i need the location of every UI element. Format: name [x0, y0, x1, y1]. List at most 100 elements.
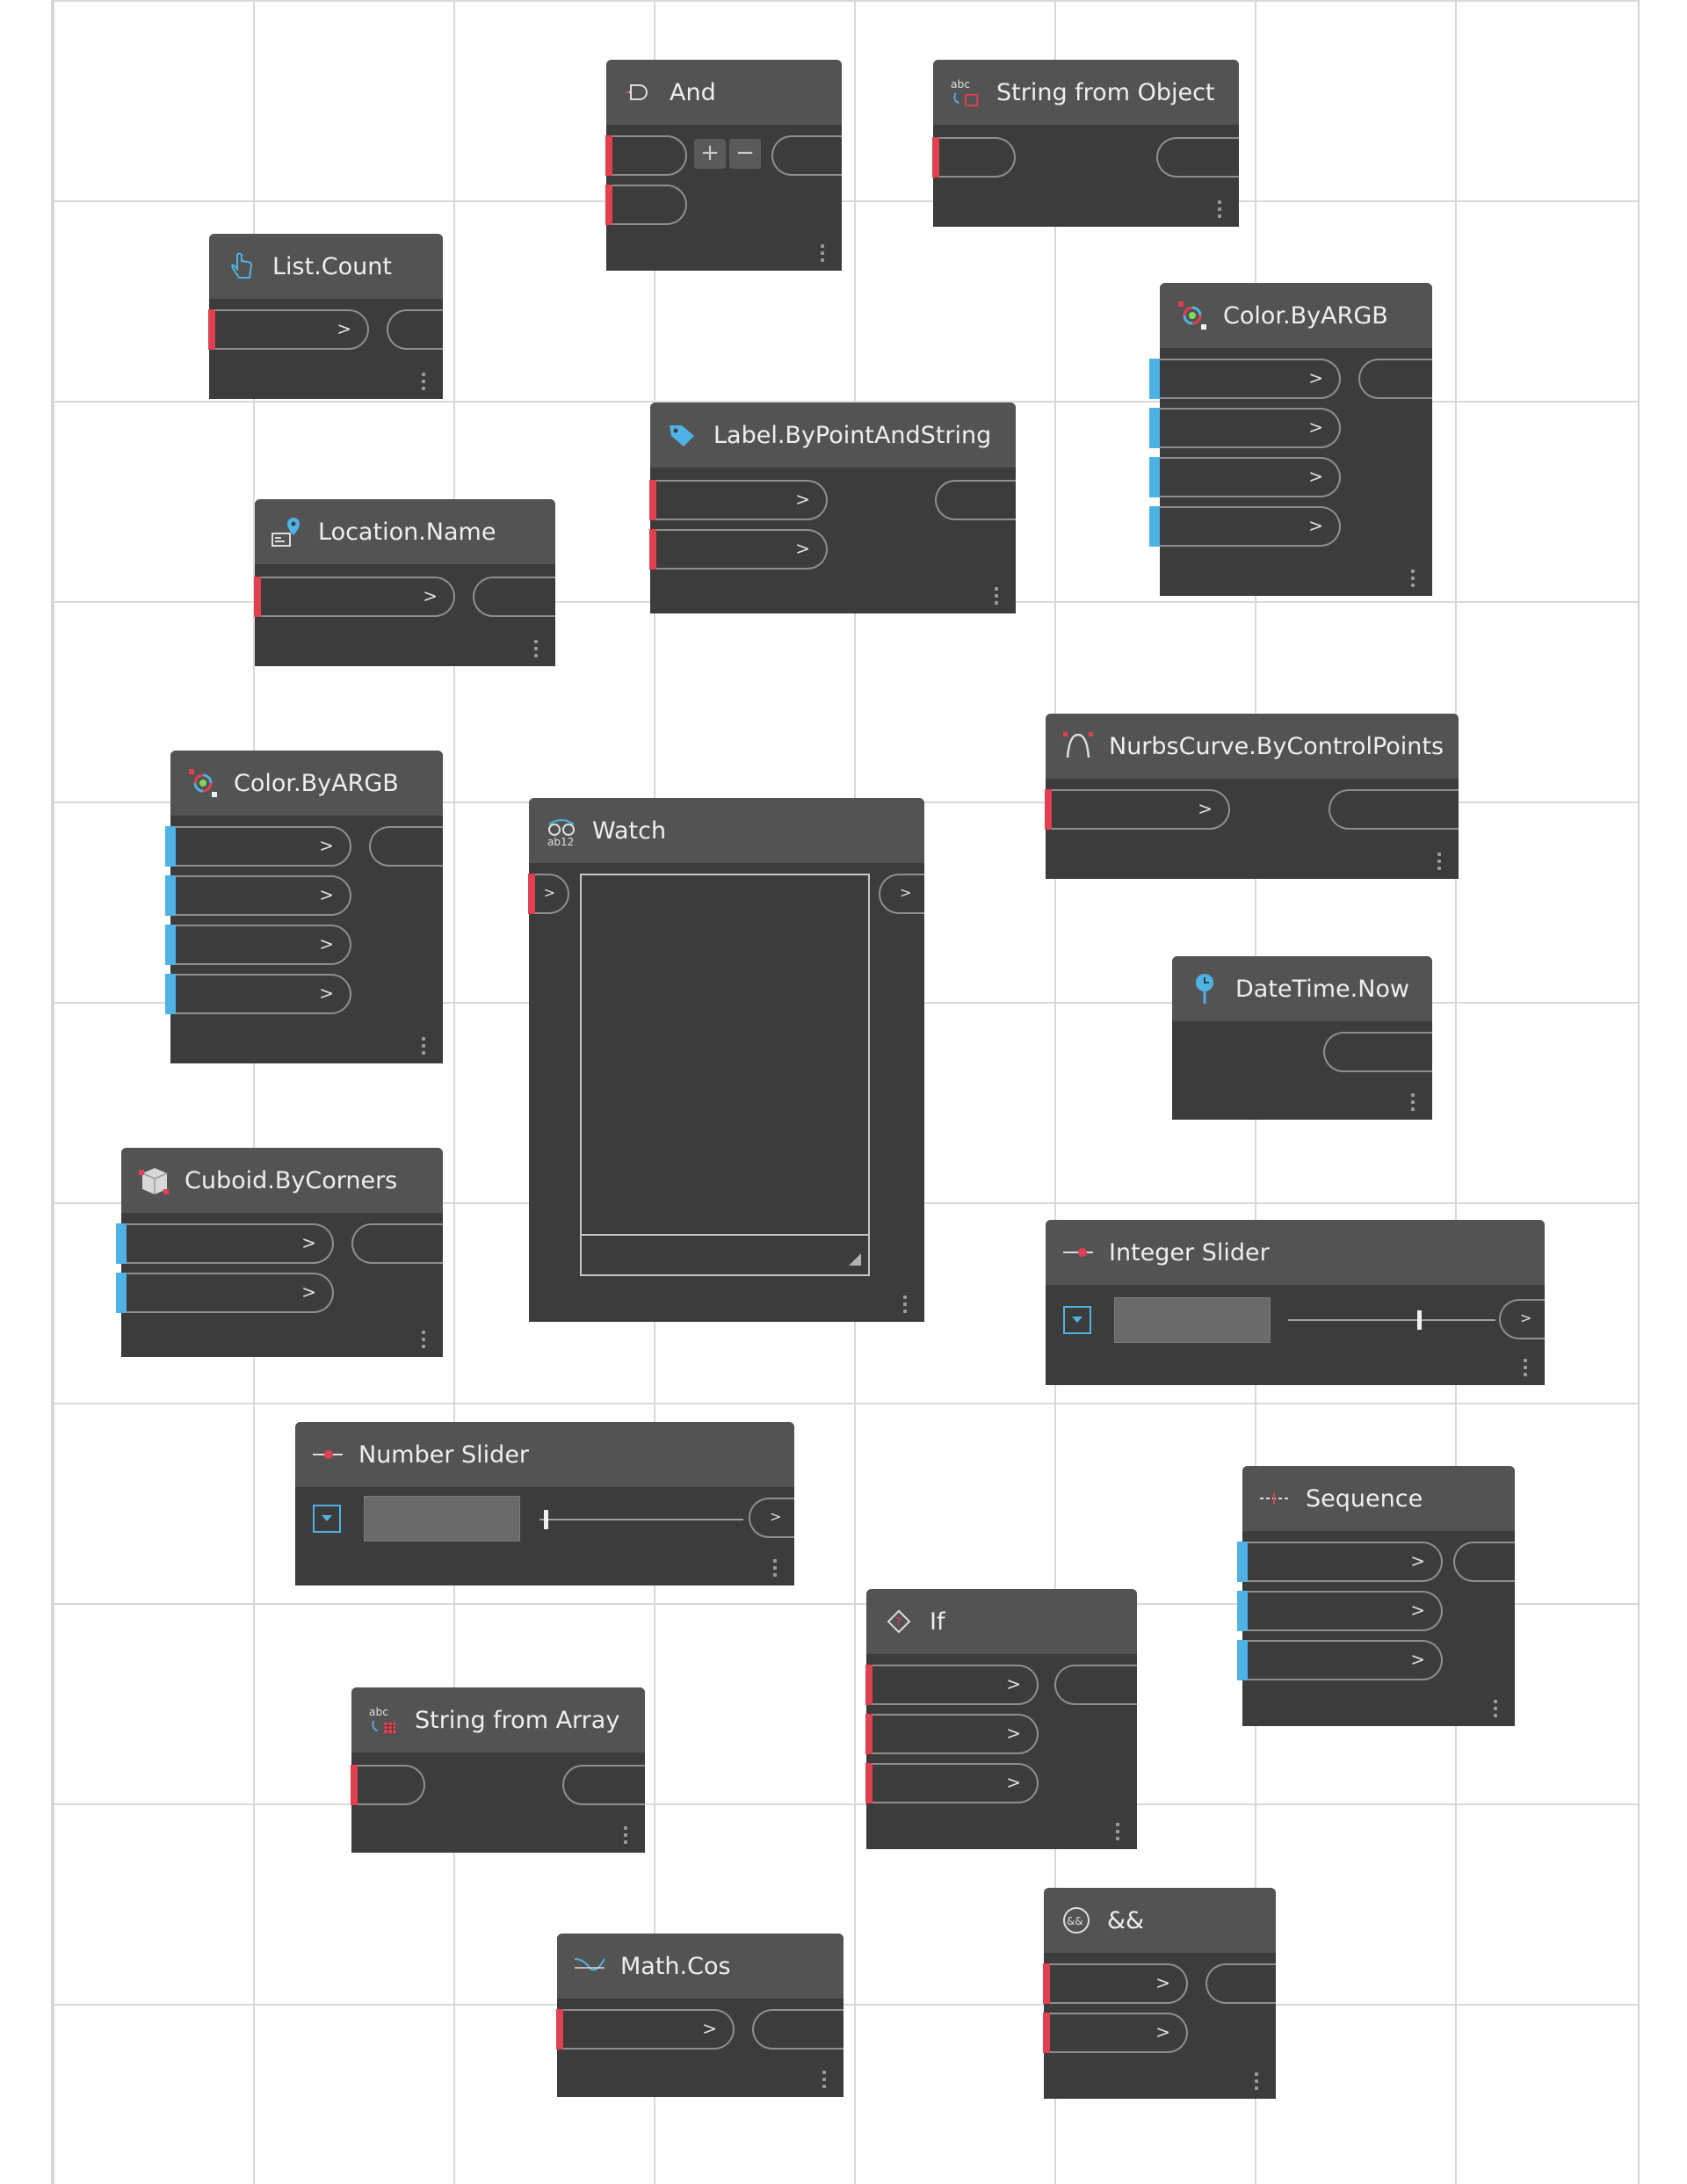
node-menu-icon[interactable]: [422, 373, 427, 390]
input-port[interactable]: >: [165, 875, 351, 916]
input-port[interactable]: >: [865, 1714, 1039, 1754]
input-port[interactable]: >: [1043, 2013, 1188, 2053]
output-port[interactable]: [351, 1223, 443, 1264]
color-byargb-node[interactable]: Color.ByARGB > > > >: [1149, 283, 1432, 596]
output-port[interactable]: >: [749, 1498, 794, 1538]
output-port[interactable]: [1453, 1542, 1515, 1582]
number-slider-node[interactable]: Number Slider >: [295, 1422, 794, 1585]
logical-and-node[interactable]: && && > >: [1043, 1888, 1276, 2099]
node-menu-icon[interactable]: [773, 1559, 778, 1577]
input-port[interactable]: >: [1237, 1542, 1443, 1582]
node-menu-icon[interactable]: [903, 1295, 909, 1313]
input-port[interactable]: >: [165, 826, 351, 867]
node-header[interactable]: Location.Name: [255, 499, 555, 564]
remove-input-button[interactable]: −: [729, 139, 761, 169]
node-header[interactable]: Cuboid.ByCorners: [121, 1148, 443, 1213]
input-port[interactable]: >: [1149, 457, 1341, 497]
input-port[interactable]: >: [528, 874, 569, 914]
sequence-node[interactable]: Sequence > > >: [1237, 1466, 1515, 1726]
list-count-node[interactable]: List.Count >: [208, 234, 443, 399]
node-header[interactable]: Label.ByPointAndString: [650, 403, 1016, 468]
node-menu-icon[interactable]: [1116, 1823, 1121, 1840]
slider-track[interactable]: [1288, 1319, 1495, 1321]
integer-slider-node[interactable]: Integer Slider >: [1046, 1220, 1545, 1385]
node-header[interactable]: NurbsCurve.ByControlPoints: [1046, 714, 1459, 779]
node-menu-icon[interactable]: [1494, 1700, 1499, 1717]
output-port[interactable]: [1323, 1032, 1432, 1072]
input-port[interactable]: >: [1149, 408, 1341, 448]
input-port[interactable]: >: [1149, 506, 1341, 547]
input-port[interactable]: >: [165, 925, 351, 965]
input-port[interactable]: >: [208, 309, 369, 350]
label-bypointandstring-node[interactable]: Label.ByPointAndString > >: [649, 403, 1016, 613]
output-port[interactable]: [562, 1765, 645, 1805]
output-port[interactable]: [771, 135, 842, 176]
input-port[interactable]: [605, 185, 687, 225]
datetime-now-node[interactable]: DateTime.Now: [1172, 956, 1432, 1120]
if-node[interactable]: ? If > > >: [865, 1589, 1137, 1849]
node-header[interactable]: Number Slider: [295, 1422, 794, 1487]
node-menu-icon[interactable]: [422, 1037, 427, 1055]
input-port[interactable]: >: [1043, 1963, 1188, 2004]
node-menu-icon[interactable]: [534, 640, 539, 657]
slider-value-field[interactable]: [364, 1496, 520, 1542]
node-menu-icon[interactable]: [995, 587, 1000, 605]
node-header[interactable]: ? If: [866, 1589, 1137, 1654]
location-name-node[interactable]: Location.Name >: [254, 499, 555, 666]
output-port[interactable]: [1329, 789, 1459, 830]
node-menu-icon[interactable]: [422, 1331, 427, 1348]
output-port[interactable]: [752, 2009, 844, 2050]
resize-grip-icon[interactable]: [849, 1253, 861, 1266]
input-port[interactable]: >: [865, 1665, 1039, 1705]
output-port[interactable]: [1358, 359, 1432, 399]
node-header[interactable]: Sequence: [1242, 1466, 1515, 1531]
watch-display[interactable]: [580, 874, 870, 1236]
string-from-array-node[interactable]: abc String from Array: [351, 1687, 645, 1853]
input-port[interactable]: >: [1045, 789, 1230, 830]
slider-track[interactable]: [539, 1519, 743, 1520]
input-port[interactable]: >: [1149, 359, 1341, 399]
node-menu-icon[interactable]: [821, 244, 826, 262]
node-header[interactable]: Color.ByARGB: [1160, 283, 1432, 348]
node-menu-icon[interactable]: [1524, 1359, 1529, 1376]
input-port[interactable]: >: [1237, 1591, 1443, 1631]
input-port[interactable]: >: [116, 1273, 334, 1313]
add-input-button[interactable]: +: [694, 139, 726, 169]
node-header[interactable]: List.Count: [209, 234, 443, 299]
node-header[interactable]: abc String from Array: [351, 1687, 645, 1752]
input-port[interactable]: >: [1237, 1640, 1443, 1680]
color-byargb-node[interactable]: Color.ByARGB > > > >: [165, 751, 443, 1063]
output-port[interactable]: [1054, 1665, 1137, 1705]
expand-dropdown-button[interactable]: [313, 1505, 341, 1533]
output-port[interactable]: [1156, 137, 1239, 178]
node-header[interactable]: && &&: [1044, 1888, 1276, 1953]
node-menu-icon[interactable]: [1218, 200, 1223, 218]
node-menu-icon[interactable]: [1411, 1093, 1416, 1111]
input-port[interactable]: >: [116, 1223, 334, 1264]
input-port[interactable]: >: [556, 2009, 735, 2050]
input-port[interactable]: [605, 135, 687, 176]
cuboid-bycorners-node[interactable]: Cuboid.ByCorners > >: [116, 1148, 443, 1357]
output-port[interactable]: >: [879, 874, 924, 914]
input-port[interactable]: [351, 1765, 425, 1805]
input-port[interactable]: >: [649, 529, 828, 570]
watch-node[interactable]: ab12 Watch > >: [528, 798, 924, 1322]
input-port[interactable]: >: [165, 974, 351, 1014]
node-header[interactable]: And: [606, 60, 842, 125]
input-port[interactable]: >: [865, 1763, 1039, 1803]
and-node[interactable]: And + −: [605, 60, 842, 271]
node-menu-icon[interactable]: [822, 2071, 828, 2088]
node-menu-icon[interactable]: [624, 1826, 629, 1844]
node-header[interactable]: Color.ByARGB: [170, 751, 443, 816]
string-from-object-node[interactable]: abc String from Object: [932, 60, 1239, 227]
input-port[interactable]: [932, 137, 1016, 178]
node-header[interactable]: Math.Cos: [557, 1934, 844, 1999]
output-port[interactable]: [473, 577, 555, 617]
node-header[interactable]: abc String from Object: [933, 60, 1239, 125]
nurbscurve-bycontrolpoints-node[interactable]: NurbsCurve.ByControlPoints >: [1045, 714, 1459, 879]
input-port[interactable]: >: [254, 577, 455, 617]
output-port[interactable]: [387, 309, 443, 350]
node-header[interactable]: DateTime.Now: [1172, 956, 1432, 1021]
node-menu-icon[interactable]: [1255, 2072, 1260, 2090]
node-menu-icon[interactable]: [1437, 853, 1443, 870]
